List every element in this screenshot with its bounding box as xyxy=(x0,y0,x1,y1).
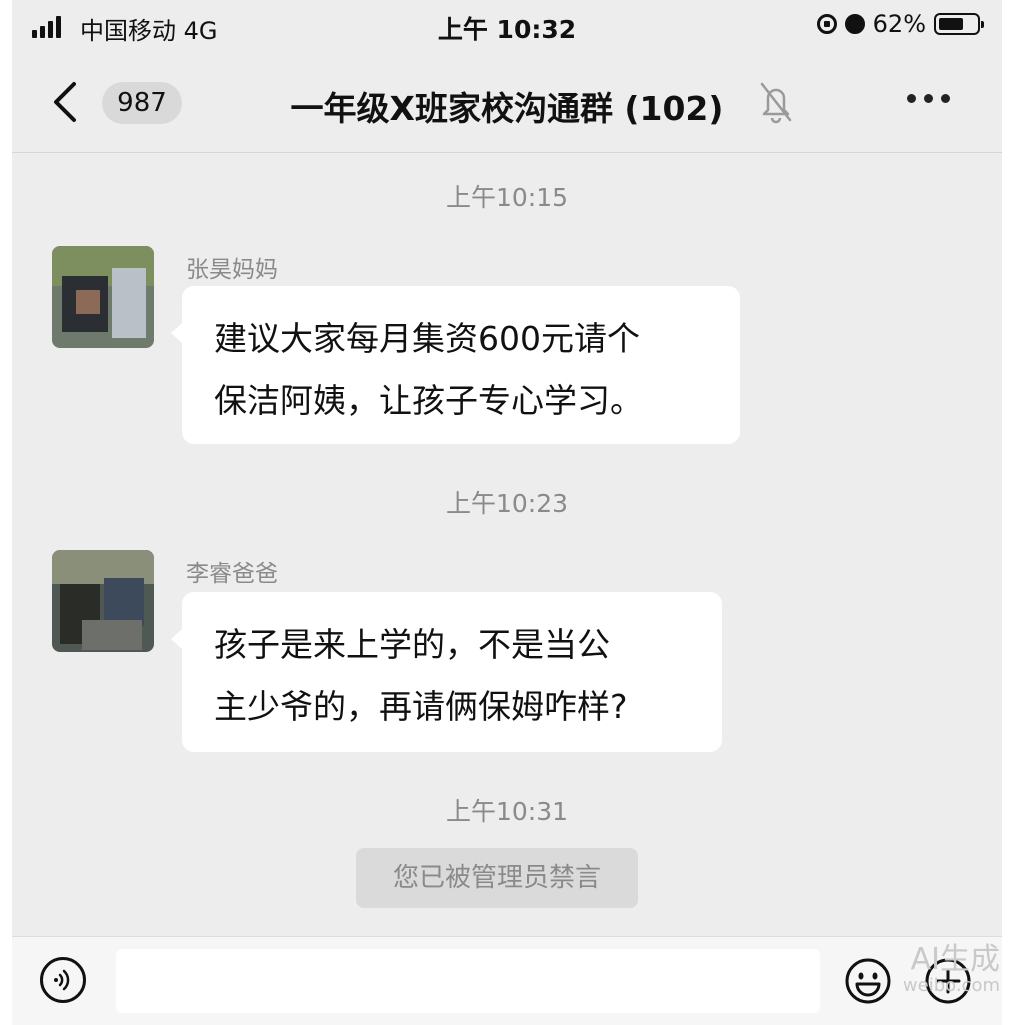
bell-muted-icon xyxy=(756,78,796,124)
avatar[interactable] xyxy=(52,246,154,348)
message-input[interactable] xyxy=(116,949,820,1013)
group-title: 一年级X班家校沟通群 (102) xyxy=(290,89,724,128)
avatar[interactable] xyxy=(52,550,154,652)
battery-icon xyxy=(934,13,984,35)
rotation-lock-icon xyxy=(816,14,837,34)
voice-icon[interactable] xyxy=(40,957,86,1003)
emoji-icon[interactable] xyxy=(844,957,892,1005)
battery-percent: 62% xyxy=(872,10,926,38)
message-line: 主少爷的，再请俩保姆咋样? xyxy=(214,687,628,726)
watermark-text: AI生成 xyxy=(910,942,1000,977)
chat-screen: 中国移动 4G 上午 10:32 62% 987 一年级X班家校沟通群 (102… xyxy=(12,0,1002,1025)
message-line: 保洁阿姨，让孩子专心学习。 xyxy=(214,381,643,420)
sender-name: 李睿爸爸 xyxy=(186,561,278,587)
timestamp: 上午10:31 xyxy=(445,797,569,826)
message-bubble[interactable]: 孩子是来上学的，不是当公 主少爷的，再请俩保姆咋样? xyxy=(171,592,722,752)
timestamp: 上午10:15 xyxy=(445,183,569,212)
alarm-icon xyxy=(844,14,865,34)
message-bubble[interactable]: 建议大家每月集资600元请个 保洁阿姨，让孩子专心学习。 xyxy=(171,286,740,444)
timestamp: 上午10:23 xyxy=(445,489,569,518)
watermark: AI生成 weibo.com xyxy=(903,945,1000,997)
status-right-group: 62% xyxy=(816,10,984,38)
more-dots-icon[interactable] xyxy=(907,94,950,103)
message-list: 上午10:15 张昊妈妈 建议大家每月集资600元请个 保洁阿姨，让孩子专心学习… xyxy=(12,152,1002,936)
status-bar: 中国移动 4G 上午 10:32 62% xyxy=(12,0,1002,56)
sender-name: 张昊妈妈 xyxy=(186,257,278,283)
system-notice: 您已被管理员禁言 xyxy=(356,848,638,908)
input-bar: AI生成 weibo.com xyxy=(12,936,1002,1025)
message-line: 建议大家每月集资600元请个 xyxy=(214,319,640,358)
watermark-sub: weibo.com xyxy=(902,975,1000,996)
message-line: 孩子是来上学的，不是当公 xyxy=(214,625,610,664)
chat-header: 987 一年级X班家校沟通群 (102) xyxy=(12,56,1002,153)
